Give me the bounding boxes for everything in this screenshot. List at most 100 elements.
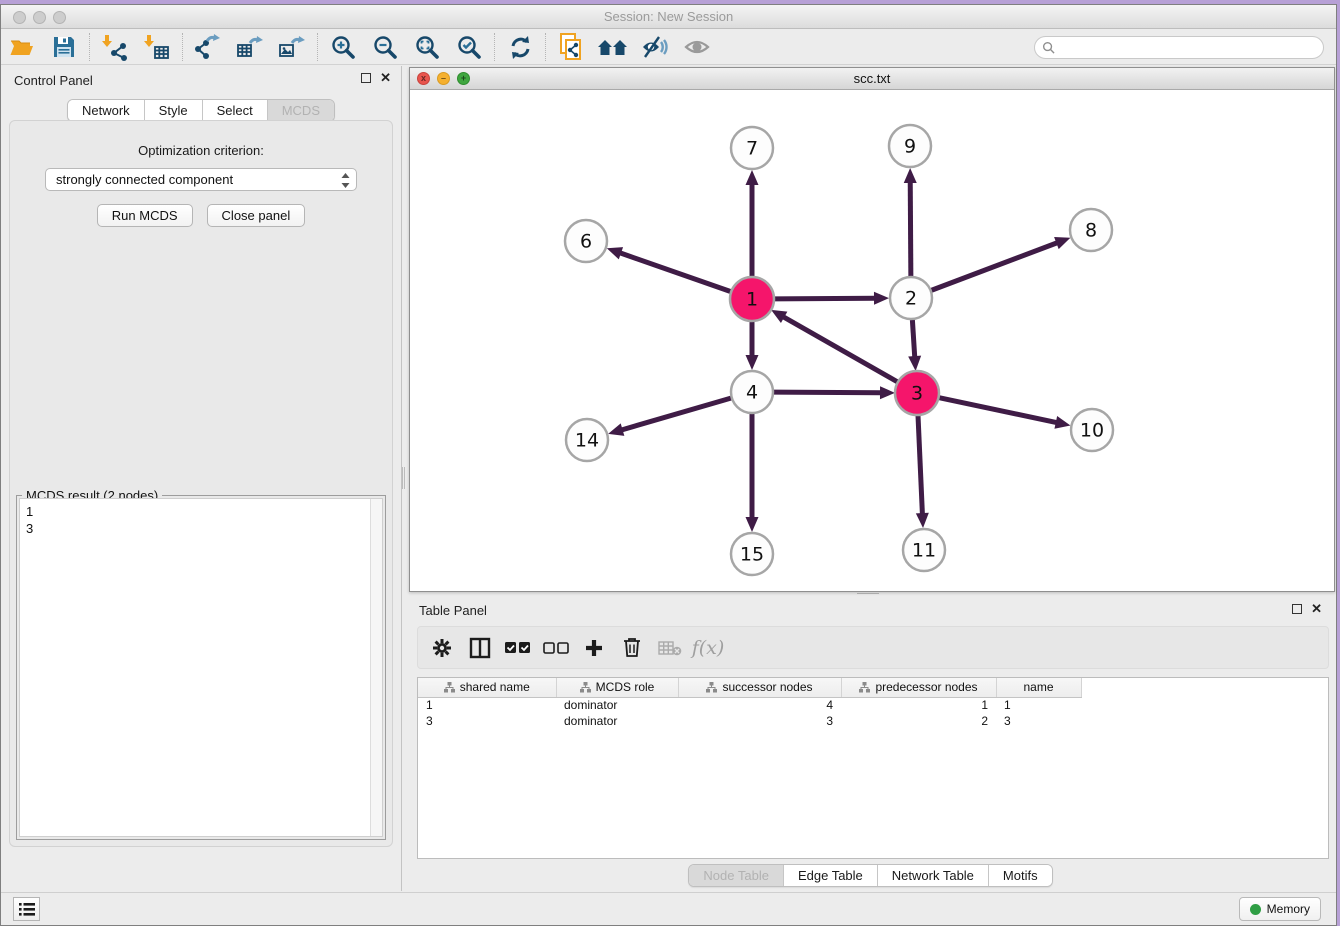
node-label-14: 14 [575, 430, 599, 452]
import-table-icon[interactable] [136, 31, 178, 63]
cell-shared-name: 1 [418, 697, 556, 713]
tab-mcds[interactable]: MCDS [268, 100, 334, 121]
cell-name: 1 [996, 697, 1081, 713]
save-session-icon[interactable] [43, 31, 85, 63]
header-filler [1081, 678, 1097, 697]
search-field[interactable] [1034, 36, 1324, 59]
criterion-dropdown[interactable]: strongly connected component [45, 168, 357, 191]
vertical-splitter-handle[interactable] [402, 467, 405, 489]
network-window-titlebar: x – + scc.txt [410, 68, 1334, 90]
mcds-result-area: 1 3 [19, 498, 383, 837]
table-toolbar: f(x) [417, 626, 1329, 669]
edge-3-11[interactable] [918, 415, 922, 515]
node-label-9: 9 [904, 136, 916, 158]
toolbar-separator [182, 33, 183, 61]
export-network-icon[interactable] [187, 31, 229, 63]
toolbar-separator [89, 33, 90, 61]
select-all-icon[interactable] [502, 631, 534, 665]
float-panel-icon[interactable] [361, 73, 371, 83]
column-header-name[interactable]: name [996, 678, 1081, 697]
arrowhead-4-15 [746, 517, 759, 532]
tab-motifs[interactable]: Motifs [989, 865, 1052, 886]
node-label-11: 11 [912, 540, 936, 562]
edge-2-9[interactable] [910, 181, 911, 276]
node-label-3: 3 [911, 383, 923, 405]
zoom-out-icon[interactable] [364, 31, 406, 63]
table-row[interactable]: 3dominator323 [418, 713, 1097, 729]
cell-MCDS-role: dominator [556, 713, 678, 729]
column-header-successor-nodes[interactable]: successor nodes [678, 678, 841, 697]
zoom-in-icon[interactable] [322, 31, 364, 63]
edge-3-1[interactable] [782, 316, 897, 382]
edge-4-14[interactable] [621, 398, 731, 430]
show-columns-icon[interactable] [464, 631, 496, 665]
search-icon [1042, 41, 1055, 54]
export-image-icon[interactable] [271, 31, 313, 63]
tab-network-table[interactable]: Network Table [878, 865, 989, 886]
control-panel-tabs: NetworkStyleSelectMCDS [67, 99, 335, 122]
column-header-MCDS-role[interactable]: MCDS role [556, 678, 678, 697]
zoom-fit-icon[interactable] [406, 31, 448, 63]
tab-node-table[interactable]: Node Table [689, 865, 784, 886]
column-type-icon [706, 682, 717, 693]
import-network-icon[interactable] [94, 31, 136, 63]
toolbar-separator [317, 33, 318, 61]
tab-style[interactable]: Style [145, 100, 203, 121]
neighbors-icon[interactable] [592, 31, 634, 63]
tab-select[interactable]: Select [203, 100, 268, 121]
arrowhead-1-7 [746, 170, 759, 185]
export-table-icon[interactable] [229, 31, 271, 63]
node-table: shared nameMCDS rolesuccessor nodesprede… [418, 678, 1097, 729]
table-tabs: Node TableEdge TableNetwork TableMotifs [688, 864, 1052, 887]
show-all-icon[interactable] [676, 31, 718, 63]
cell-MCDS-role: dominator [556, 697, 678, 713]
table-row[interactable]: 1dominator411 [418, 697, 1097, 713]
network-view-window: x – + scc.txt 7968124314101511 [409, 67, 1335, 592]
arrowhead-2-3 [908, 356, 921, 371]
edge-2-8[interactable] [932, 242, 1059, 290]
edge-1-2[interactable] [774, 298, 876, 299]
zoom-selected-icon[interactable] [448, 31, 490, 63]
close-table-panel-icon[interactable]: ✕ [1311, 604, 1322, 614]
edge-1-6[interactable] [619, 253, 731, 292]
result-scrollbar[interactable] [370, 499, 382, 836]
hide-selected-icon[interactable] [634, 31, 676, 63]
node-label-6: 6 [580, 231, 592, 253]
cell-name: 3 [996, 713, 1081, 729]
table-panel-header: Table Panel ✕ [405, 596, 1336, 622]
copy-network-icon[interactable] [550, 31, 592, 63]
delete-column-icon[interactable] [616, 631, 648, 665]
edge-2-3[interactable] [912, 320, 914, 358]
status-bar: Memory [1, 892, 1336, 925]
open-session-icon[interactable] [1, 31, 43, 63]
arrowhead-1-4 [746, 355, 759, 370]
table-panel: Table Panel ✕ [405, 596, 1336, 891]
column-header-shared-name[interactable]: shared name [418, 678, 556, 697]
run-mcds-button[interactable]: Run MCDS [97, 204, 193, 227]
refresh-network-icon[interactable] [499, 31, 541, 63]
search-input[interactable] [1060, 41, 1323, 55]
node-label-4: 4 [746, 382, 758, 404]
edge-4-3[interactable] [774, 392, 882, 393]
column-header-predecessor-nodes[interactable]: predecessor nodes [841, 678, 996, 697]
tab-edge-table[interactable]: Edge Table [784, 865, 878, 886]
tab-network[interactable]: Network [68, 100, 145, 121]
criterion-value: strongly connected component [56, 172, 233, 187]
close-panel-icon[interactable]: ✕ [380, 73, 391, 83]
close-panel-button[interactable]: Close panel [207, 204, 306, 227]
network-canvas[interactable]: 7968124314101511 [410, 90, 1334, 591]
add-column-icon[interactable] [578, 631, 610, 665]
main-toolbar [1, 30, 1336, 65]
memory-button[interactable]: Memory [1239, 897, 1321, 921]
mcds-result-groupbox: MCDS result (2 nodes) 1 3 [16, 495, 386, 840]
edge-3-10[interactable] [939, 398, 1058, 423]
float-table-panel-icon[interactable] [1292, 604, 1302, 614]
arrowhead-2-8 [1054, 237, 1070, 249]
task-history-button[interactable] [13, 897, 40, 921]
deselect-all-icon[interactable] [540, 631, 572, 665]
node-label-1: 1 [746, 289, 758, 311]
arrowhead-2-9 [904, 168, 917, 183]
control-panel: Control Panel ✕ NetworkStyleSelectMCDS O… [1, 66, 402, 891]
settings-icon[interactable] [426, 631, 458, 665]
memory-label: Memory [1267, 902, 1310, 916]
